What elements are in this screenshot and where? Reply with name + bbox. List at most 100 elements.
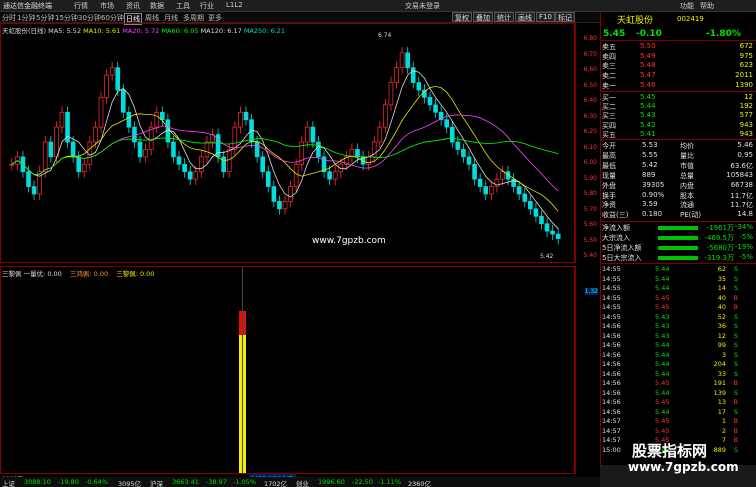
menu-quote[interactable]: 行情 <box>74 1 88 11</box>
sell-row: 卖五 5.50 672 <box>600 42 756 52</box>
flow-value: -5680万 <box>706 244 734 252</box>
stat-value2: 63.6亿 <box>730 161 753 170</box>
idx1-amount: 3095亿 <box>118 480 142 487</box>
period-fenshi[interactable]: 分时 <box>2 13 16 23</box>
stat-value2: 11.7亿 <box>730 201 753 210</box>
tick-price: 5.45 <box>655 398 670 406</box>
order-volume: 2011 <box>735 71 753 80</box>
period-30min[interactable]: 30分钟 <box>78 13 101 23</box>
price-pct: -1.80% <box>706 29 741 39</box>
tick-price: 5.44 <box>655 265 670 273</box>
menu-tools[interactable]: 工具 <box>176 1 190 11</box>
menu-market[interactable]: 市场 <box>100 1 114 11</box>
tick-volume: 99 <box>717 341 726 349</box>
price-tick: 6.20 <box>583 128 597 135</box>
candlestick-svg <box>9 46 561 245</box>
candle-body <box>254 141 260 158</box>
menu-industry[interactable]: 行业 <box>200 1 214 11</box>
order-label: 卖四 <box>602 52 616 61</box>
candle-body <box>154 111 160 128</box>
idx2-name[interactable]: 沪深 <box>150 478 163 487</box>
tick-price: 5.44 <box>655 341 670 349</box>
order-price: 5.49 <box>640 51 656 60</box>
period-multi[interactable]: 多周期 <box>183 13 204 23</box>
stat-value2: 0.95 <box>737 150 753 159</box>
tick-time: 14:56 <box>602 379 621 387</box>
tick-volume: 204 <box>713 360 726 368</box>
stat-value2: 105843 <box>726 170 753 179</box>
candle-body <box>115 67 121 91</box>
candle-body <box>204 141 210 158</box>
tick-direction: S <box>733 331 738 340</box>
tick-price: 5.44 <box>655 388 670 397</box>
stat-row: 最高 5.55 量比 0.95 <box>600 151 756 161</box>
tick-volume: 13 <box>717 398 726 406</box>
candle-body <box>550 230 555 235</box>
menu-l1l2[interactable]: L1L2 <box>226 1 243 9</box>
candle-body <box>160 111 165 121</box>
menu-function[interactable]: 功能 <box>680 1 694 11</box>
menu-news[interactable]: 资讯 <box>126 1 140 11</box>
flow-bar <box>658 256 698 260</box>
stat-value2: 5.46 <box>737 141 753 149</box>
candle-body <box>59 111 65 128</box>
candle-body <box>332 171 338 180</box>
flow-row: 大宗流入 -469.5万 -5% <box>600 233 756 243</box>
tick-price: 5.43 <box>655 312 670 321</box>
period-monthly[interactable]: 月线 <box>164 13 178 23</box>
candle-body <box>176 156 182 165</box>
flow-pct: -19% <box>734 243 753 251</box>
idx2-change: -38.97 <box>206 478 227 486</box>
tick-time: 15:00 <box>602 445 621 454</box>
candle-body <box>433 104 438 113</box>
price-tick: 5.90 <box>583 174 597 182</box>
menu-data[interactable]: 数据 <box>150 1 164 11</box>
tick-time: 14:55 <box>602 265 621 273</box>
candle-body <box>126 111 132 128</box>
order-price: 5.48 <box>640 61 656 70</box>
candle-body <box>327 171 332 180</box>
candle-body <box>500 171 505 180</box>
login-alert[interactable]: 交易未登录 <box>405 1 440 11</box>
period-weekly[interactable]: 周线 <box>145 13 159 23</box>
draw-button[interactable]: 画线 <box>515 12 535 22</box>
candle-body <box>70 141 76 158</box>
overlay-button[interactable]: 叠加 <box>473 12 493 22</box>
tick-direction: S <box>733 445 738 454</box>
tick-price: 5.44 <box>655 369 670 378</box>
idx3-name[interactable]: 创业 <box>296 478 309 487</box>
period-15min[interactable]: 15分钟 <box>55 13 78 23</box>
adjust-button[interactable]: 复权 <box>452 12 472 22</box>
candle-body <box>182 163 187 173</box>
candle-body <box>193 171 199 180</box>
candle-body <box>243 111 249 121</box>
idx1-name[interactable]: 上证 <box>2 478 15 487</box>
candle-body <box>260 156 265 173</box>
stat-row: 净资 3.59 流通 11.7亿 <box>600 200 756 210</box>
tick-volume: 40 <box>717 303 726 311</box>
tick-time: 14:56 <box>602 388 621 397</box>
period-60min[interactable]: 60分钟 <box>101 13 124 23</box>
tick-row: 14:55 5.44 62 S <box>600 265 756 274</box>
tick-time: 14:57 <box>602 436 621 444</box>
indicator-panel[interactable] <box>0 266 575 475</box>
f10-button[interactable]: F10 <box>536 12 555 22</box>
indicator-axis-tag: 1.32 <box>584 288 598 295</box>
candlestick-chart[interactable] <box>0 23 575 263</box>
stat-value: 3.59 <box>642 200 658 209</box>
mark-button[interactable]: 标记 <box>555 12 575 22</box>
menu-help[interactable]: 帮助 <box>700 1 714 11</box>
stats-button[interactable]: 统计 <box>494 12 514 22</box>
idx3-amount: 2360亿 <box>408 480 432 487</box>
tick-volume: 2 <box>721 426 726 435</box>
candle-body <box>555 233 561 239</box>
tick-volume: 889 <box>713 445 726 454</box>
candle-body <box>399 52 405 69</box>
period-5min[interactable]: 5分钟 <box>36 13 54 23</box>
tick-direction: B <box>733 379 738 387</box>
stat-value: 39305 <box>642 180 665 189</box>
period-more[interactable]: 更多 <box>208 13 222 23</box>
order-volume: 192 <box>739 102 753 111</box>
idx2-amount: 1702亿 <box>264 480 288 487</box>
period-1min[interactable]: 1分钟 <box>17 13 35 23</box>
